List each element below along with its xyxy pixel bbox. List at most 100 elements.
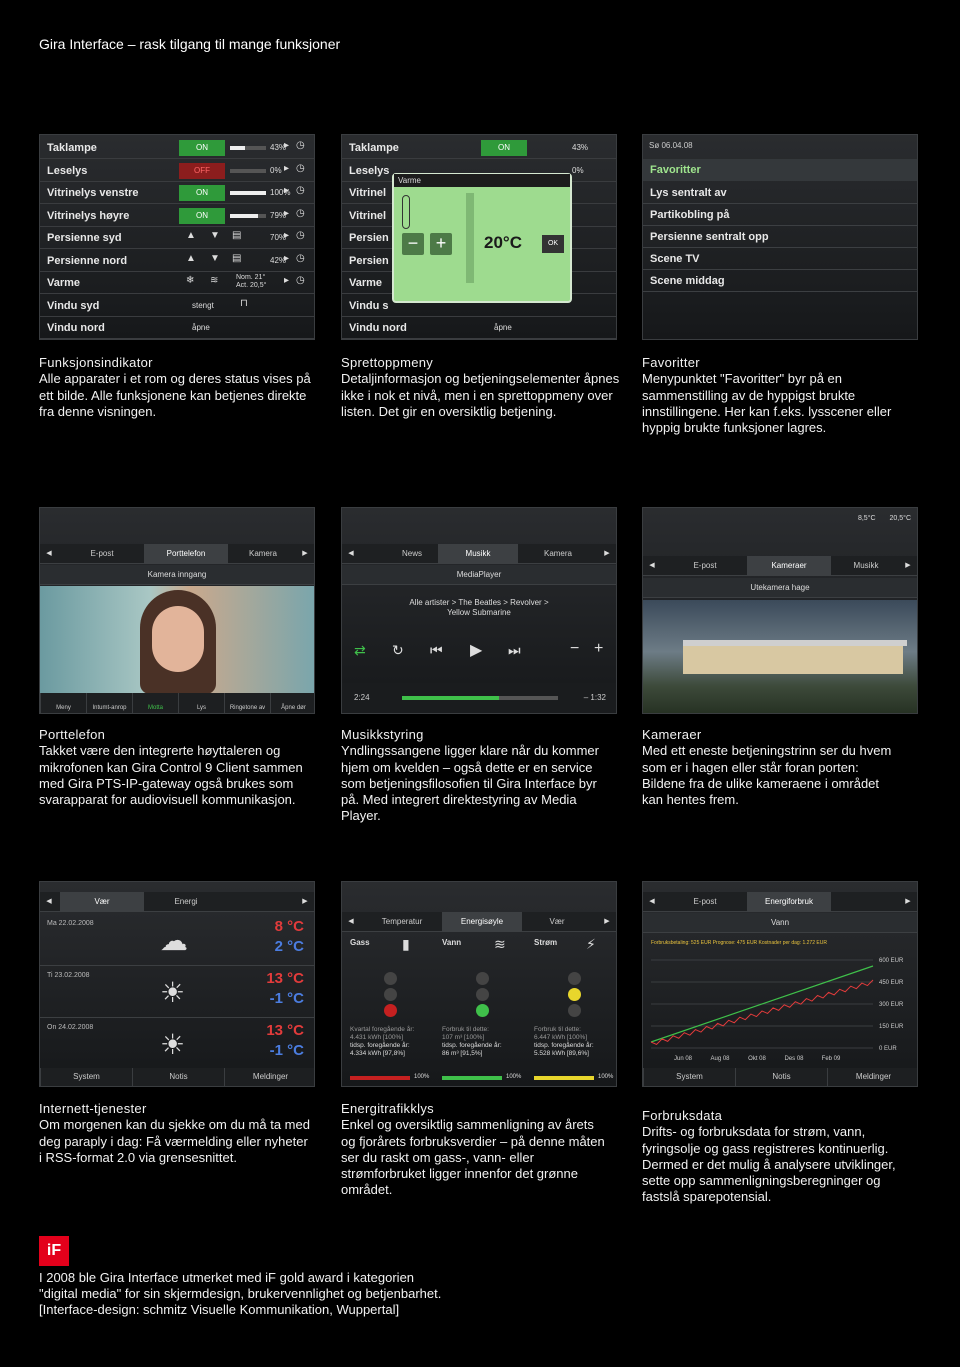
device-row[interactable]: Persienne syd ▲ ▼ ▤ 70% ▸ ◷ (40, 227, 314, 249)
clock-icon[interactable]: ◷ (296, 208, 305, 219)
slider-track[interactable] (466, 193, 474, 283)
prev-arrow-icon[interactable]: ◀ (346, 912, 356, 932)
play-icon[interactable]: ▸ (284, 253, 289, 264)
favorite-item[interactable]: Lys sentralt av (643, 182, 917, 204)
caption-body: Om morgenen kan du sjekke om du må ta me… (39, 1117, 310, 1165)
previous-track-icon[interactable]: ⏮ (430, 642, 443, 659)
device-row[interactable]: Taklampe ON 43% (342, 137, 616, 159)
bottom-tab[interactable]: System (40, 1068, 132, 1086)
play-icon[interactable]: ▸ (284, 230, 289, 241)
down-arrow-icon[interactable]: ▼ (210, 253, 220, 264)
tab-musikk[interactable]: Musikk (831, 556, 901, 576)
device-row[interactable]: Persienne nord ▲ ▼ ▤ 42% ▸ ◷ (40, 250, 314, 272)
device-row[interactable]: Taklampe ON 43% ▸ ◷ (40, 137, 314, 159)
next-arrow-icon[interactable]: ▶ (903, 892, 913, 912)
clock-icon[interactable]: ◷ (296, 253, 305, 264)
vann-subbar[interactable]: Vann (643, 913, 917, 933)
bottom-tab[interactable]: Meldinger (827, 1068, 917, 1086)
intercom-button[interactable]: Meny (40, 693, 86, 713)
progress-bar[interactable] (402, 696, 558, 700)
favorite-item[interactable]: Scene middag (643, 270, 917, 292)
shuffle-icon[interactable]: ⇄ (354, 642, 366, 659)
state-toggle[interactable]: ON (481, 140, 527, 156)
play-icon[interactable]: ▸ (284, 208, 289, 219)
volume-down-icon[interactable]: − (570, 640, 579, 658)
device-row[interactable]: Vitrinelys høyre ON 79% ▸ ◷ (40, 205, 314, 227)
caption-body: Menypunktet "Favoritter" byr på en samme… (642, 371, 892, 436)
increase-button[interactable]: + (430, 233, 452, 255)
play-icon[interactable]: ▸ (284, 275, 289, 286)
tab-energisoyle[interactable]: Energisøyle (442, 912, 522, 932)
play-icon[interactable]: ▸ (284, 140, 289, 151)
device-row[interactable]: Varme ❄ ≋ Nom. 21° Act. 20,5° ▸ ◷ (40, 272, 314, 294)
next-track-icon[interactable]: ⏭ (508, 642, 521, 659)
tab-vaer[interactable]: Vær (60, 892, 144, 912)
clock-icon[interactable]: ◷ (296, 163, 305, 174)
device-row[interactable]: Vindu nord åpne (342, 317, 616, 339)
high-temp: 13 °C (266, 970, 304, 987)
next-arrow-icon[interactable]: ▶ (300, 892, 310, 912)
clock-icon[interactable]: ◷ (296, 185, 305, 196)
tab-email[interactable]: E-post (60, 544, 144, 564)
prev-arrow-icon[interactable]: ◀ (647, 892, 657, 912)
repeat-icon[interactable]: ↻ (392, 642, 404, 659)
favorite-item[interactable]: Persienne sentralt opp (643, 226, 917, 248)
play-icon[interactable]: ▸ (284, 163, 289, 174)
state-toggle[interactable]: ON (179, 185, 225, 201)
snowflake-icon[interactable]: ❄ (186, 275, 194, 286)
clock-icon[interactable]: ◷ (296, 275, 305, 286)
intercom-button[interactable]: Intumt-anrop (86, 693, 132, 713)
mediaplayer-subbar[interactable]: MediaPlayer (342, 565, 616, 585)
tab-energi[interactable]: Energi (144, 892, 228, 912)
intercom-button[interactable]: Lys (178, 693, 224, 713)
bottom-tab[interactable]: Notis (132, 1068, 224, 1086)
prev-arrow-icon[interactable]: ◀ (346, 544, 356, 564)
play-icon[interactable]: ▸ (284, 185, 289, 196)
intercom-button[interactable]: Ringetone av (224, 693, 270, 713)
volume-up-icon[interactable]: + (594, 640, 603, 658)
down-arrow-icon[interactable]: ▼ (210, 230, 220, 241)
bottom-tab[interactable]: System (643, 1068, 735, 1086)
prev-arrow-icon[interactable]: ◀ (44, 544, 54, 564)
device-row[interactable]: Vindu nord åpne (40, 317, 314, 339)
tab-porttelefon[interactable]: Porttelefon (144, 544, 228, 564)
state-toggle[interactable]: ON (179, 140, 225, 156)
next-arrow-icon[interactable]: ▶ (602, 912, 612, 932)
device-row[interactable]: Leselys OFF 0% ▸ ◷ (40, 160, 314, 182)
state-toggle[interactable]: ON (179, 207, 225, 224)
play-icon[interactable]: ▶ (470, 640, 482, 660)
favorite-item[interactable]: Partikobling på (643, 204, 917, 226)
prev-arrow-icon[interactable]: ◀ (44, 892, 54, 912)
intercom-button[interactable]: Motta (132, 693, 178, 713)
heat-icon[interactable]: ≋ (210, 275, 218, 286)
prev-arrow-icon[interactable]: ◀ (647, 556, 657, 576)
bottom-tab[interactable]: Meldinger (224, 1068, 314, 1086)
device-row[interactable]: Vitrinelys venstre ON 100% ▸ ◷ (40, 182, 314, 204)
ok-button[interactable]: OK (542, 235, 564, 253)
camera-subbar[interactable]: Utekamera hage (643, 578, 917, 598)
tab-email[interactable]: E-post (663, 556, 747, 576)
favorite-item[interactable]: Scene TV (643, 248, 917, 270)
tab-kamera[interactable]: Kamera (518, 544, 598, 564)
tab-kameraer[interactable]: Kameraer (747, 556, 831, 576)
tab-temperatur[interactable]: Temperatur (362, 912, 442, 932)
tab-vaer[interactable]: Vær (522, 912, 592, 932)
state-toggle[interactable]: OFF (179, 162, 225, 179)
tab-kamera[interactable]: Kamera (228, 544, 298, 564)
tab-energiforbruk[interactable]: Energiforbruk (747, 892, 831, 912)
device-row[interactable]: Vindu syd stengt ⊓ (40, 295, 314, 317)
clock-icon[interactable]: ◷ (296, 140, 305, 151)
next-arrow-icon[interactable]: ▶ (300, 544, 310, 564)
next-arrow-icon[interactable]: ▶ (903, 556, 913, 576)
heating-popup: Varme − + 20°C OK (392, 173, 572, 303)
clock-icon[interactable]: ◷ (296, 230, 305, 241)
up-arrow-icon[interactable]: ▲ (186, 230, 196, 241)
tab-email[interactable]: E-post (663, 892, 747, 912)
camera-subbar[interactable]: Kamera inngang (40, 565, 314, 585)
tab-musikk[interactable]: Musikk (438, 544, 518, 564)
decrease-button[interactable]: − (402, 233, 424, 255)
next-arrow-icon[interactable]: ▶ (602, 544, 612, 564)
bottom-tab[interactable]: Notis (735, 1068, 827, 1086)
intercom-button[interactable]: Åpne dør (270, 693, 314, 713)
up-arrow-icon[interactable]: ▲ (186, 253, 196, 264)
